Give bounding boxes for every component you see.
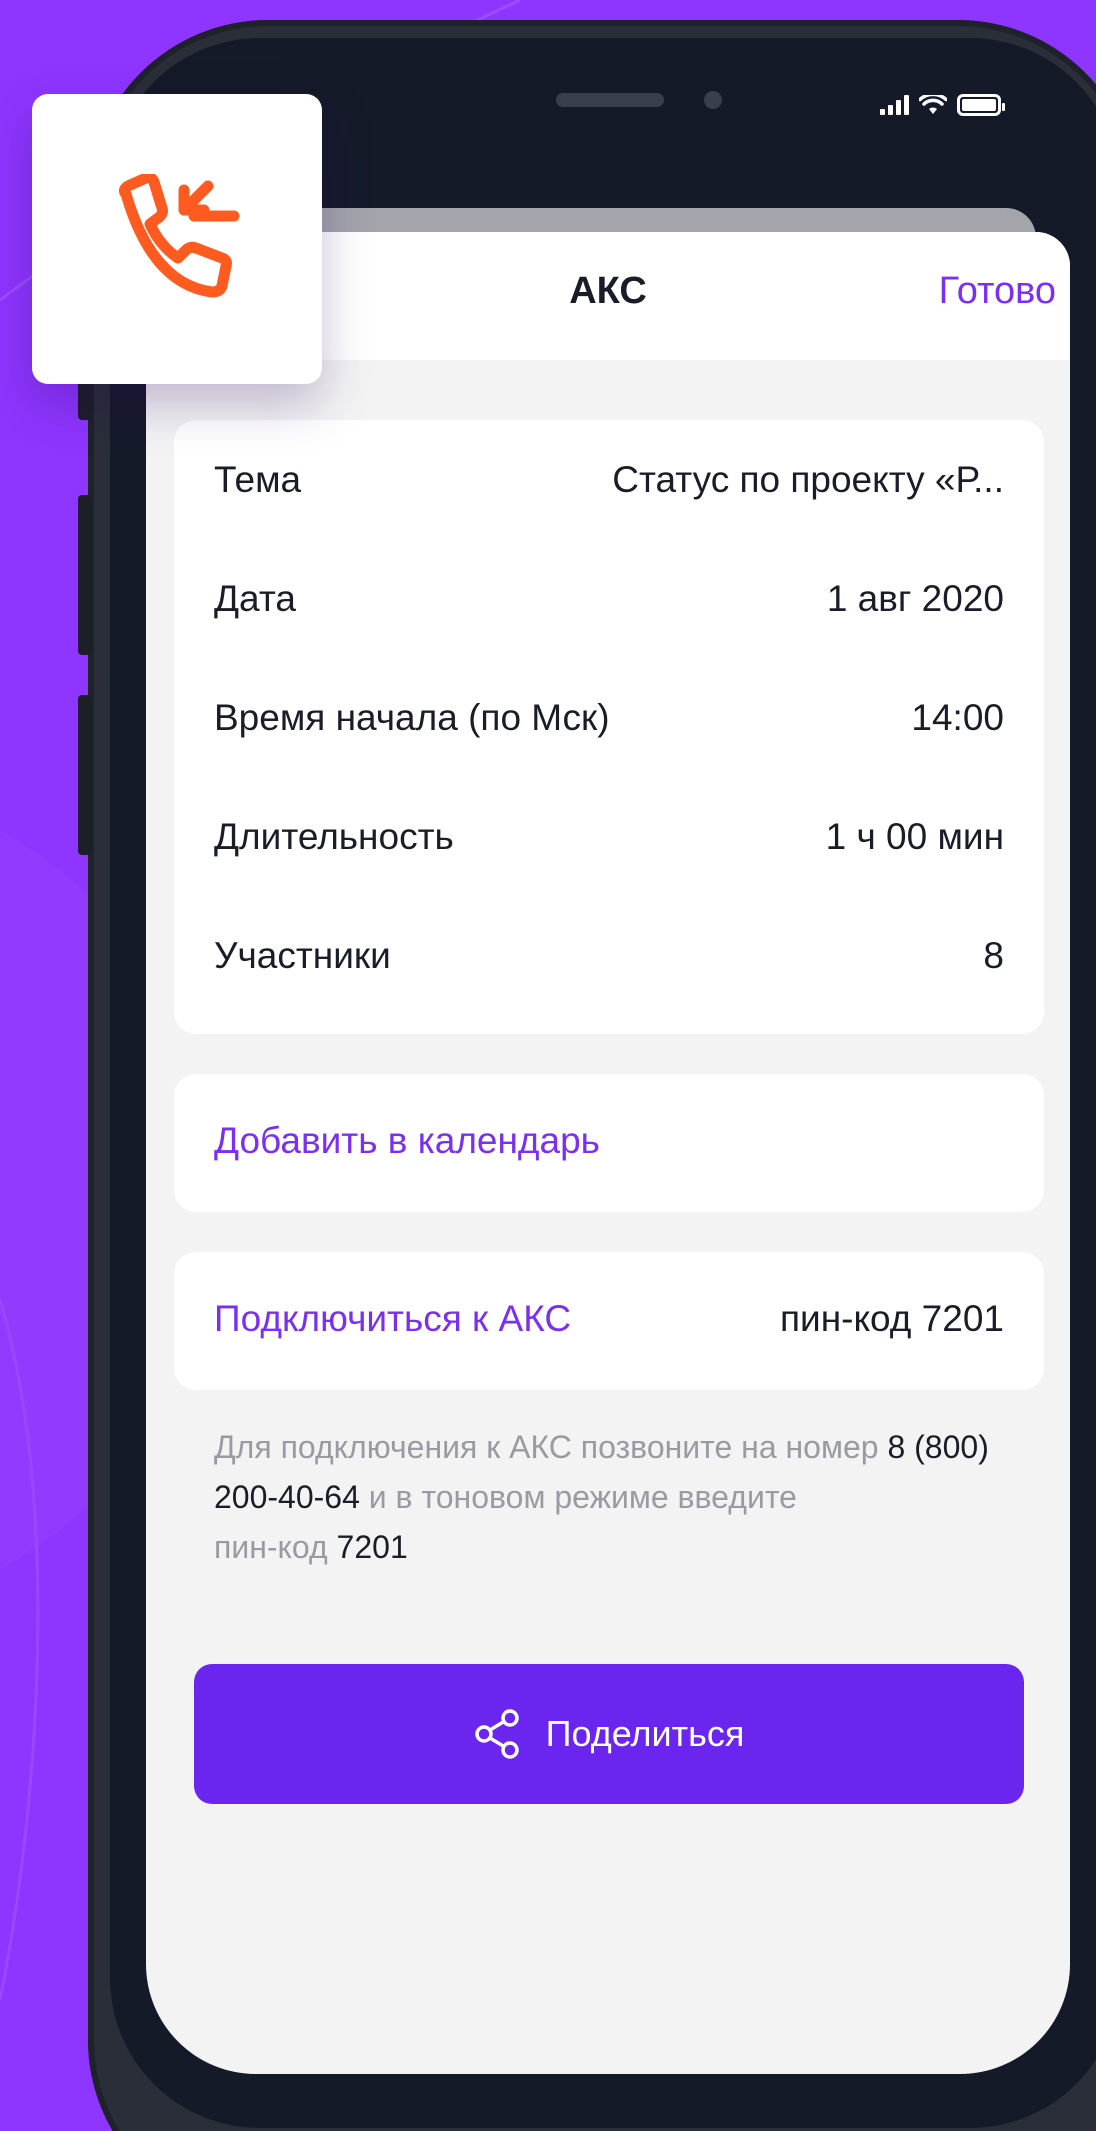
share-icon — [474, 1709, 519, 1759]
join-call-card[interactable]: Подключиться к АКС пин-код 7201 — [174, 1252, 1044, 1390]
detail-label: Участники — [214, 934, 391, 976]
detail-value: Статус по проекту «Р... — [612, 458, 1004, 500]
hint-pin-code: 7201 — [336, 1529, 408, 1565]
hint-text: пин-код — [214, 1529, 337, 1565]
hint-text: Для подключения к АКС позвоните на номер — [214, 1429, 888, 1465]
hint-text: и в тоновом режиме введите — [359, 1479, 797, 1515]
join-call-link[interactable]: Подключиться к АКС — [214, 1298, 571, 1340]
detail-label: Дата — [214, 577, 296, 619]
detail-row-start-time[interactable]: Время начала (по Мск) 14:00 — [214, 658, 1004, 777]
share-button-label: Поделиться — [545, 1713, 745, 1754]
front-camera — [704, 91, 722, 109]
detail-row-topic[interactable]: Тема Статус по проекту «Р... — [214, 420, 1004, 539]
app-badge — [32, 94, 322, 384]
modal-sheet: АКС Готово Тема Статус по проекту «Р... … — [146, 232, 1070, 2074]
detail-row-duration[interactable]: Длительность 1 ч 00 мин — [214, 777, 1004, 896]
detail-label: Время начала (по Мск) — [214, 696, 610, 738]
detail-row-participants[interactable]: Участники 8 — [214, 896, 1004, 1015]
done-button[interactable]: Готово — [939, 270, 1056, 313]
detail-value: 1 авг 2020 — [826, 577, 1004, 619]
pin-code-label: пин-код 7201 — [779, 1298, 1004, 1339]
phone-volume-down — [78, 695, 92, 855]
status-bar — [880, 94, 1005, 116]
detail-label: Тема — [214, 458, 302, 500]
add-to-calendar-card[interactable]: Добавить в календарь — [174, 1074, 1044, 1212]
speaker-grill — [556, 93, 664, 107]
phone-volume-up — [78, 495, 92, 655]
battery-icon — [957, 94, 1005, 116]
incoming-call-icon — [118, 174, 240, 298]
wifi-icon — [919, 95, 947, 114]
dial-in-hint: Для подключения к АКС позвоните на номер… — [214, 1422, 1024, 1572]
detail-value: 14:00 — [911, 696, 1004, 738]
share-button[interactable]: Поделиться — [194, 1664, 1024, 1804]
detail-label: Длительность — [214, 815, 454, 857]
detail-row-date[interactable]: Дата 1 авг 2020 — [214, 539, 1004, 658]
detail-value: 8 — [983, 934, 1004, 976]
detail-value: 1 ч 00 мин — [825, 815, 1004, 857]
signal-icon — [880, 95, 909, 115]
details-card: Тема Статус по проекту «Р... Дата 1 авг … — [174, 420, 1044, 1034]
add-to-calendar-link[interactable]: Добавить в календарь — [214, 1120, 600, 1162]
